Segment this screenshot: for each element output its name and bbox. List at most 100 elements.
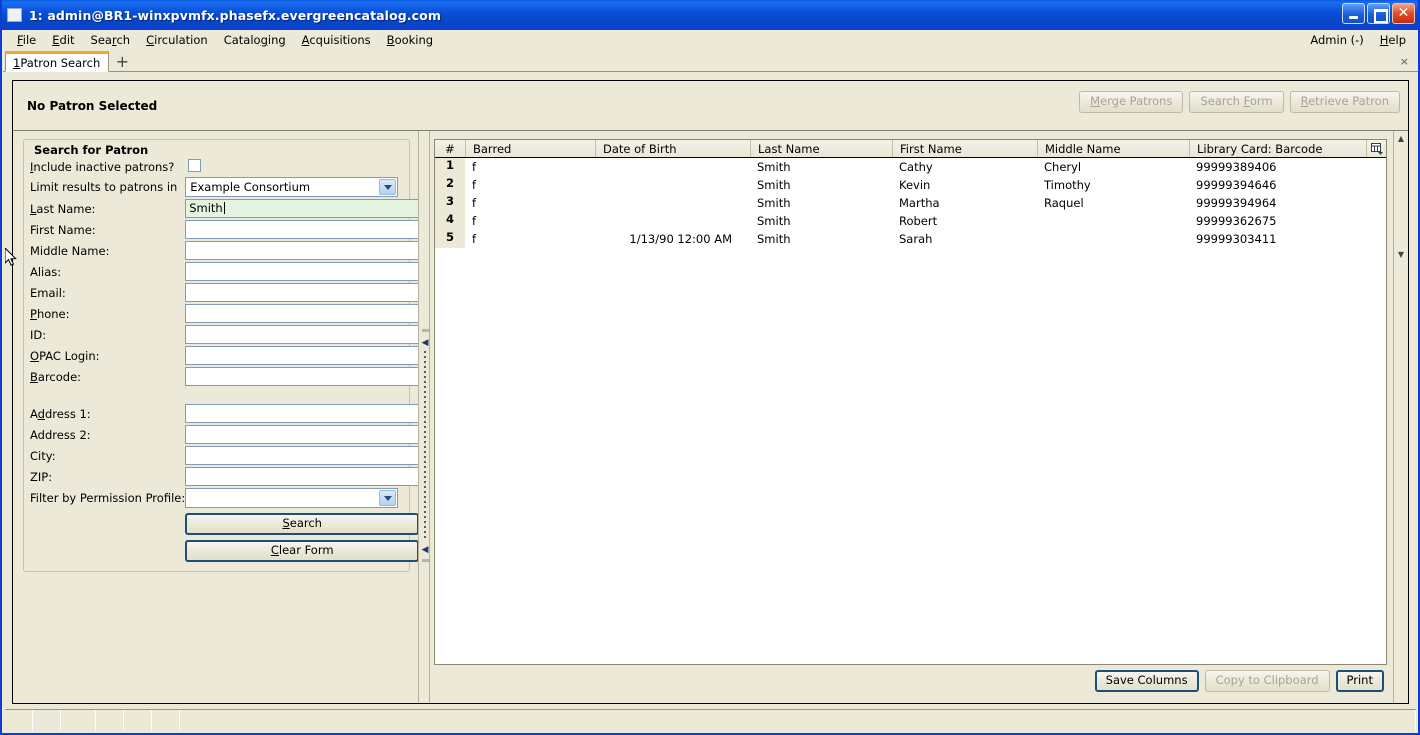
search-pane: Search for Patron Include inactive patro… — [13, 131, 418, 703]
cell-row-number: 1 — [435, 158, 465, 176]
table-row[interactable]: 2 f Smith Kevin Timothy 99999394646 — [435, 176, 1386, 194]
address2-input[interactable] — [185, 425, 418, 444]
results-footer: Save Columns Copy to Clipboard Print — [434, 665, 1387, 697]
column-picker-button[interactable] — [1366, 140, 1386, 157]
address1-input[interactable] — [185, 404, 418, 423]
status-cell — [61, 710, 96, 731]
cell-last-name: Smith — [757, 160, 791, 174]
close-tab-icon[interactable]: × — [1400, 55, 1409, 68]
results-pane: # Barred Date of Birth Last Name First N… — [430, 131, 1393, 703]
column-header-last-name[interactable]: Last Name — [750, 140, 892, 157]
column-header-barcode[interactable]: Library Card: Barcode — [1189, 140, 1366, 157]
city-input[interactable] — [185, 446, 418, 465]
merge-patrons-button[interactable]: Merge Patrons — [1079, 91, 1184, 113]
patron-status-label: No Patron Selected — [27, 98, 158, 113]
pane-splitter[interactable]: ◀ ◀ — [418, 131, 430, 703]
email-input[interactable] — [185, 283, 418, 302]
clear-form-button[interactable]: Clear Form — [185, 540, 418, 562]
print-button[interactable]: Print — [1335, 670, 1384, 692]
cell-barred: f — [472, 196, 477, 210]
form-row-include-inactive: Include inactive patrons? — [30, 158, 418, 176]
menu-cataloging[interactable]: Cataloging — [216, 31, 294, 49]
id-input[interactable] — [185, 325, 418, 344]
cell-row-number: 2 — [435, 176, 465, 194]
form-row-city: City: — [30, 445, 418, 466]
retrieve-patron-button[interactable]: Retrieve Patron — [1289, 91, 1400, 113]
first-name-input[interactable] — [185, 220, 418, 239]
copy-to-clipboard-button[interactable]: Copy to Clipboard — [1204, 670, 1330, 692]
window-controls: ✕ — [1342, 3, 1415, 24]
form-row-address1: Address 1: — [30, 403, 418, 424]
minimize-button[interactable] — [1342, 3, 1365, 24]
patron-search-form: Include inactive patrons? Limit results … — [30, 158, 418, 563]
vertical-scrollbar[interactable]: ▲ ▼ — [1393, 131, 1408, 703]
cell-first-name: Martha — [899, 196, 940, 210]
window-title: 1: admin@BR1-winxpvmfx.phasefx.evergreen… — [29, 7, 441, 23]
new-tab-button[interactable]: + — [111, 51, 133, 71]
cell-barred: f — [472, 232, 477, 246]
form-spacer — [30, 387, 418, 403]
menu-search[interactable]: Search — [83, 31, 139, 49]
column-header-number[interactable]: # — [435, 140, 465, 157]
table-row[interactable]: 5 f 1/13/90 12:00 AM Smith Sarah 9999930… — [435, 230, 1386, 248]
zip-input[interactable] — [185, 467, 418, 486]
permission-profile-select[interactable] — [185, 488, 399, 508]
form-row-phone: Phone: — [30, 303, 418, 324]
title-bar: 1: admin@BR1-winxpvmfx.phasefx.evergreen… — [2, 0, 1418, 30]
tab-label: Patron Search — [20, 55, 101, 70]
column-header-first-name[interactable]: First Name — [892, 140, 1037, 157]
alias-input[interactable] — [185, 262, 418, 281]
cell-barcode: 99999389406 — [1196, 160, 1277, 174]
search-form-button[interactable]: Search Form — [1189, 91, 1284, 113]
chevron-down-icon — [379, 179, 397, 195]
tab-number: 1 — [13, 55, 21, 70]
column-header-middle-name[interactable]: Middle Name — [1037, 140, 1189, 157]
menu-help[interactable]: Help — [1372, 31, 1414, 49]
menu-file[interactable]: File — [9, 31, 44, 49]
table-row[interactable]: 4 f Smith Robert 99999362675 — [435, 212, 1386, 230]
column-header-dob[interactable]: Date of Birth — [595, 140, 750, 157]
menu-acquisitions[interactable]: Acquisitions — [294, 31, 379, 49]
cell-row-number: 5 — [435, 230, 465, 248]
text-caret — [223, 202, 225, 214]
menu-edit[interactable]: Edit — [44, 31, 82, 49]
search-button[interactable]: Search — [185, 513, 418, 535]
menu-admin[interactable]: Admin (-) — [1302, 31, 1371, 49]
phone-input[interactable] — [185, 304, 418, 323]
menu-booking[interactable]: Booking — [379, 31, 441, 49]
collapse-left-icon[interactable]: ◀ — [421, 339, 429, 348]
save-columns-button[interactable]: Save Columns — [1094, 670, 1199, 692]
cell-first-name: Robert — [899, 214, 938, 228]
cell-first-name: Kevin — [899, 178, 931, 192]
tab-patron-search[interactable]: 1 Patron Search — [5, 51, 110, 72]
limit-results-select[interactable]: Example Consortium — [185, 177, 399, 197]
cell-last-name: Smith — [757, 196, 791, 210]
close-button[interactable]: ✕ — [1392, 3, 1415, 24]
last-name-input[interactable]: Smith — [185, 199, 418, 218]
tab-strip: 1 Patron Search + × — [3, 50, 1418, 72]
barcode-input[interactable] — [185, 367, 418, 386]
table-row[interactable]: 3 f Smith Martha Raquel 99999394964 — [435, 194, 1386, 212]
cell-first-name: Cathy — [899, 160, 933, 174]
table-row[interactable]: 1 f Smith Cathy Cheryl 99999389406 — [435, 158, 1386, 176]
middle-name-input[interactable] — [185, 241, 418, 260]
collapse-right-icon[interactable]: ◀ — [421, 546, 429, 555]
scroll-down-icon[interactable]: ▼ — [1396, 251, 1406, 259]
address1-label: Address 1: — [30, 406, 91, 421]
include-inactive-checkbox[interactable] — [188, 159, 202, 172]
status-cell — [33, 710, 61, 731]
form-row-last-name: Last Name: Smith — [30, 198, 418, 219]
splitter-nub-top — [422, 329, 429, 332]
menu-circulation[interactable]: Circulation — [138, 31, 216, 49]
cell-row-number: 3 — [435, 194, 465, 212]
maximize-button[interactable] — [1367, 3, 1390, 24]
alias-label: Alias: — [30, 264, 62, 279]
city-label: City: — [30, 448, 56, 463]
split-panes: Search for Patron Include inactive patro… — [13, 131, 1408, 703]
column-header-barred[interactable]: Barred — [465, 140, 595, 157]
columns-icon — [1370, 142, 1383, 155]
cell-barcode: 99999362675 — [1196, 214, 1277, 228]
scroll-up-icon[interactable]: ▲ — [1396, 135, 1406, 143]
opac-login-input[interactable] — [185, 346, 418, 365]
barcode-label: Barcode: — [30, 369, 82, 384]
